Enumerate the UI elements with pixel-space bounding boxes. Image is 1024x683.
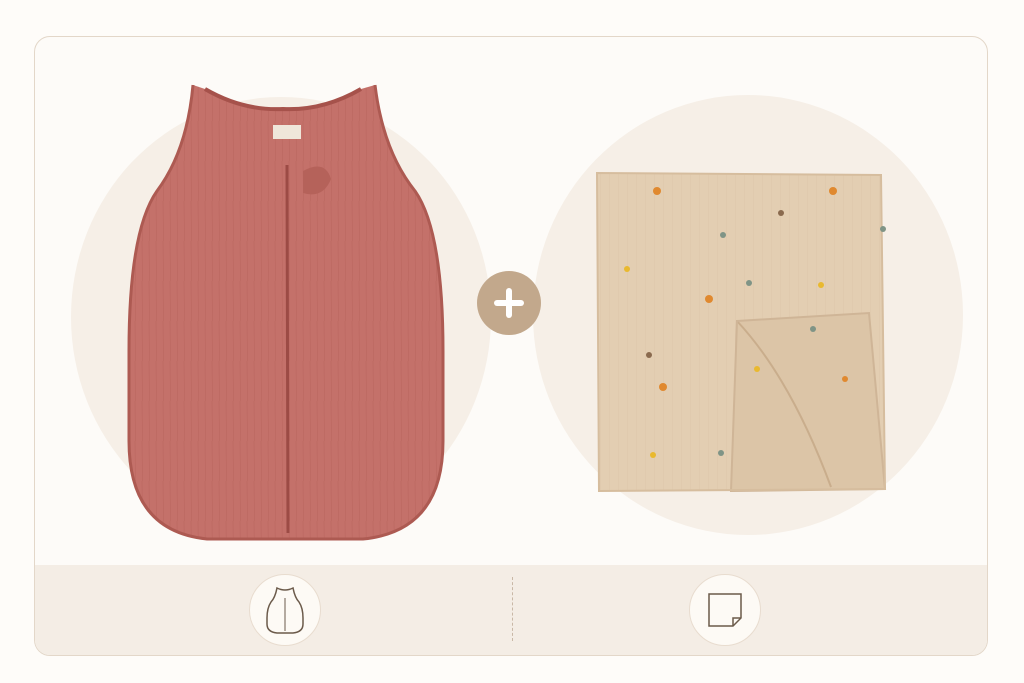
blanket-image bbox=[595, 171, 887, 493]
sleeping-bag-image bbox=[127, 84, 445, 541]
blanket-icon bbox=[708, 593, 742, 627]
product-bundle-card bbox=[34, 36, 988, 656]
bar-divider bbox=[512, 577, 513, 641]
product-icon-bar bbox=[35, 565, 987, 655]
sleeping-bag-icon bbox=[266, 586, 304, 634]
plus-icon bbox=[477, 271, 541, 335]
sleeping-bag-icon-badge bbox=[249, 574, 321, 646]
blanket-icon-badge bbox=[689, 574, 761, 646]
